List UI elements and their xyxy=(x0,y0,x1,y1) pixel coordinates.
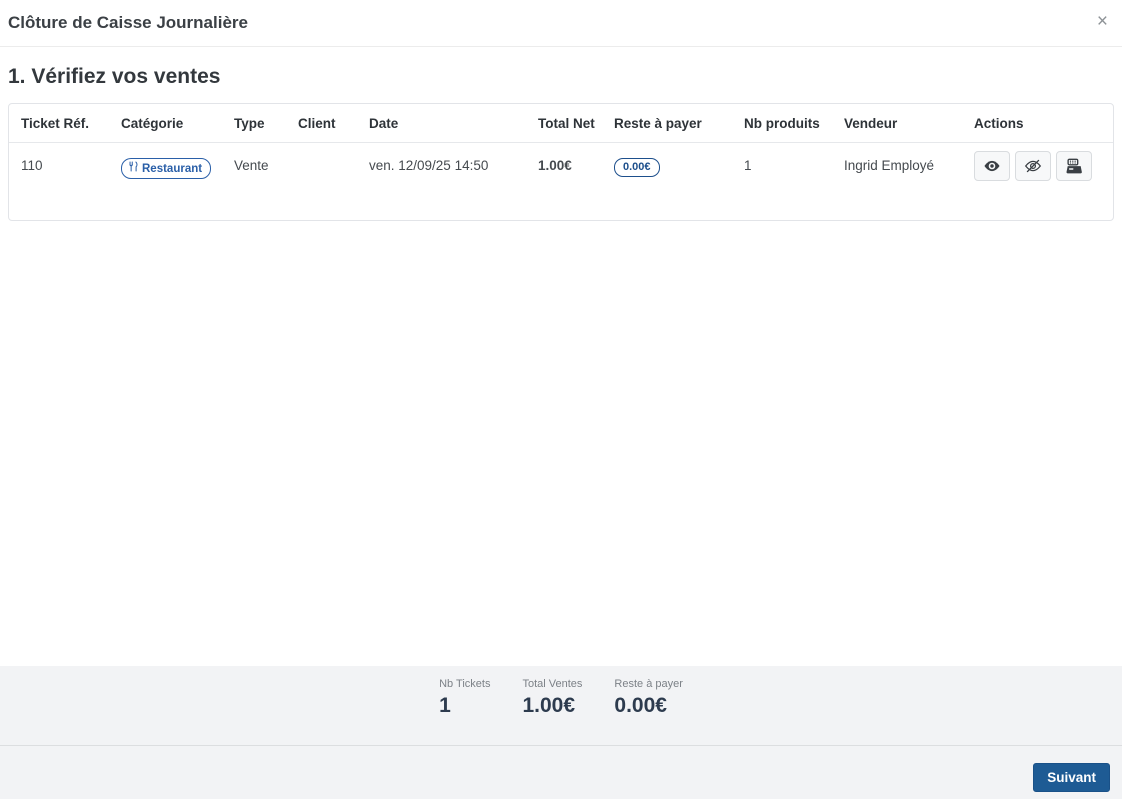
cash-register-icon xyxy=(1065,158,1083,175)
cell-ticket-ref: 110 xyxy=(21,158,43,173)
stat-label: Total Ventes xyxy=(522,678,583,690)
col-header-category: Catégorie xyxy=(109,104,222,143)
stat-nb-tickets: Nb Tickets 1 xyxy=(439,677,490,745)
hide-ticket-button[interactable] xyxy=(1015,151,1051,181)
cell-actions xyxy=(962,143,1113,221)
view-ticket-button[interactable] xyxy=(974,151,1010,181)
cell-total-net: 1.00€ xyxy=(538,158,572,173)
modal-header: Clôture de Caisse Journalière × xyxy=(0,0,1122,47)
category-badge-label: Restaurant xyxy=(142,162,203,175)
col-header-total-net: Total Net xyxy=(526,104,602,143)
cell-reste-a-payer: 0.00€ xyxy=(602,143,732,221)
category-badge: Restaurant xyxy=(121,158,212,179)
stat-value: 0.00€ xyxy=(614,694,667,717)
cell-client xyxy=(286,143,357,221)
step-heading: 1. Vérifiez vos ventes xyxy=(8,65,221,88)
modal-title: Clôture de Caisse Journalière xyxy=(8,13,248,32)
stat-total-ventes: Total Ventes 1.00€ xyxy=(522,677,582,745)
cell-nb-produits: 1 xyxy=(744,158,752,173)
col-header-actions: Actions xyxy=(962,104,1113,143)
sales-table: Ticket Réf. Catégorie Type Client Date T… xyxy=(9,104,1113,221)
sales-table-card: Ticket Réf. Catégorie Type Client Date T… xyxy=(8,103,1114,221)
col-header-nb-produits: Nb produits xyxy=(732,104,832,143)
next-button[interactable]: Suivant xyxy=(1033,763,1110,792)
stat-label: Nb Tickets xyxy=(439,678,491,690)
cell-vendeur: Ingrid Employé xyxy=(844,158,935,173)
eye-slash-icon xyxy=(1024,157,1042,175)
modal-footer: Suivant xyxy=(0,745,1122,799)
col-header-type: Type xyxy=(222,104,286,143)
cell-category: Restaurant xyxy=(109,143,222,221)
daily-cash-closing-modal: Clôture de Caisse Journalière × 1. Vérif… xyxy=(0,0,1122,799)
col-header-client: Client xyxy=(286,104,357,143)
stat-label: Reste à payer xyxy=(614,678,683,690)
close-icon[interactable]: × xyxy=(1093,12,1112,32)
col-header-vendeur: Vendeur xyxy=(832,104,962,143)
row-actions xyxy=(974,151,1092,181)
table-header-row: Ticket Réf. Catégorie Type Client Date T… xyxy=(9,104,1113,143)
table-row: 110 Restaurant Vente ven. 12/09/25 14:50… xyxy=(9,143,1113,221)
col-header-ticket-ref: Ticket Réf. xyxy=(9,104,109,143)
cell-type: Vente xyxy=(234,158,269,173)
col-header-date: Date xyxy=(357,104,526,143)
summary-band: Nb Tickets 1 Total Ventes 1.00€ Reste à … xyxy=(0,666,1122,745)
stat-value: 1 xyxy=(439,694,451,717)
reste-a-payer-badge: 0.00€ xyxy=(614,158,660,177)
stat-value: 1.00€ xyxy=(522,694,576,717)
print-ticket-button[interactable] xyxy=(1056,151,1092,181)
utensils-icon xyxy=(128,161,139,176)
eye-icon xyxy=(983,157,1001,175)
col-header-reste-a-payer: Reste à payer xyxy=(602,104,732,143)
stat-reste-a-payer: Reste à payer 0.00€ xyxy=(614,677,682,745)
modal-body: 1. Vérifiez vos ventes Ticket Réf. Catég… xyxy=(0,65,1122,221)
cell-date: ven. 12/09/25 14:50 xyxy=(369,158,489,173)
